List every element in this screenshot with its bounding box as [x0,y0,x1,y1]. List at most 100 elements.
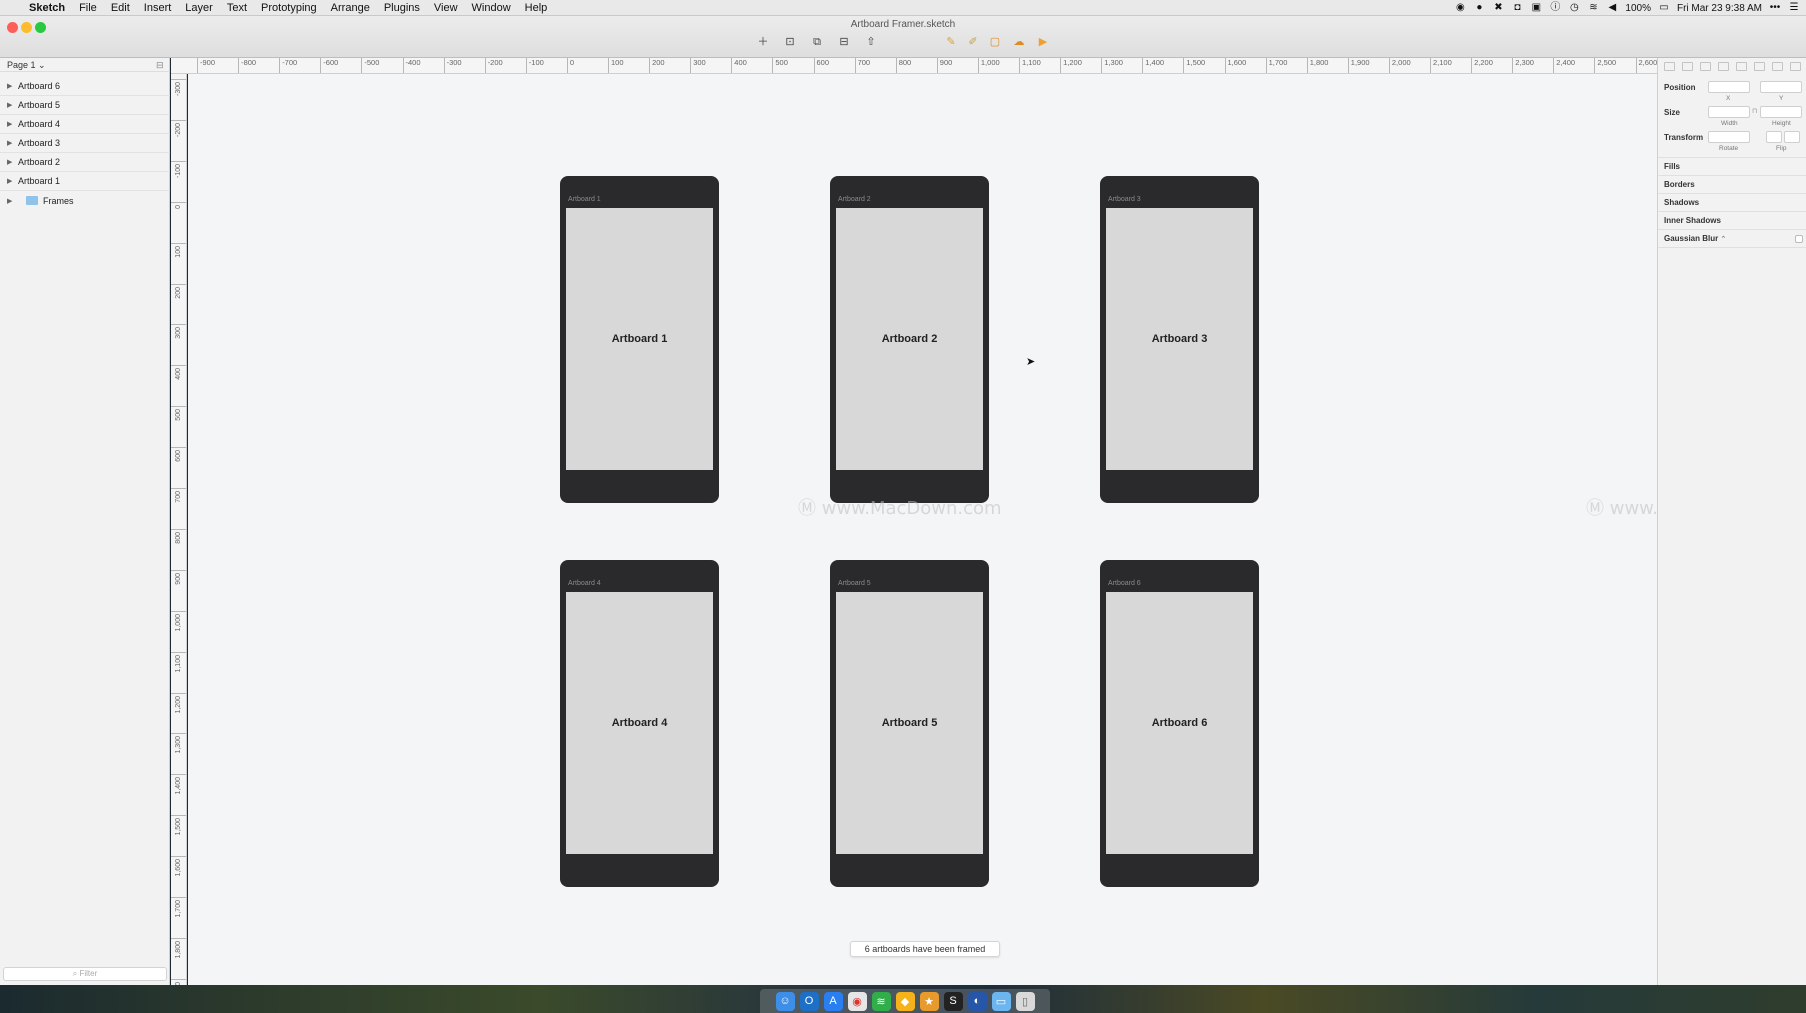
canvas[interactable]: Artboard 1 Artboard 1 Artboard 2 Artboar… [188,74,1790,985]
downloads-folder-icon[interactable]: ▭ [991,991,1011,1011]
borders-section[interactable]: Borders [1658,175,1806,193]
position-x-input[interactable] [1708,81,1750,93]
preview-play-icon[interactable]: ▶ [1032,34,1054,51]
align-right-icon[interactable] [1700,62,1711,71]
align-bottom-icon[interactable] [1772,62,1783,71]
menu-edit[interactable]: Edit [104,2,137,14]
disclosure-triangle-icon[interactable]: ▶ [7,120,18,128]
artboard-screen[interactable]: Artboard 3 [1106,208,1253,470]
position-y-input[interactable] [1760,81,1802,93]
pen-icon[interactable]: ✐ [962,34,984,51]
rotate-input[interactable] [1708,131,1750,143]
menu-arrange[interactable]: Arrange [324,2,377,14]
align-middle-icon[interactable] [1754,62,1765,71]
menu-insert[interactable]: Insert [137,2,179,14]
wifi-icon[interactable]: ≋ [1587,3,1599,13]
layout-icon[interactable]: ⊟ [833,34,855,51]
export-icon[interactable]: ⇧ [860,34,882,51]
collapse-panel-icon[interactable]: ⊟ [156,60,164,71]
menu-window[interactable]: Window [465,2,518,14]
artboard-4[interactable]: Artboard 4 Artboard 4 [560,560,719,887]
artboard-screen[interactable]: Artboard 2 [836,208,983,470]
layer-frames-group[interactable]: ▶ Frames [0,191,170,210]
height-input[interactable] [1760,106,1802,118]
artboard-screen[interactable]: Artboard 6 [1106,592,1253,854]
layer-filter-input[interactable]: ⌕ Filter [3,967,167,981]
distribute-horizontal-icon[interactable] [1718,62,1729,71]
trash-icon[interactable]: ▯ [1015,991,1035,1011]
menu-plugins[interactable]: Plugins [377,2,427,14]
layer-artboard-5[interactable]: ▶ Artboard 5 [0,96,170,115]
disclosure-triangle-icon[interactable]: ▶ [7,101,18,109]
flip-vertical-button[interactable] [1784,131,1800,143]
record-icon[interactable]: ◉ [1454,3,1466,13]
time-machine-icon[interactable]: ◷ [1568,3,1580,13]
layer-artboard-2[interactable]: ▶ Artboard 2 [0,153,170,172]
chrome-icon[interactable]: ◉ [847,991,867,1011]
square-icon[interactable]: ▣ [1530,3,1542,13]
shadows-section[interactable]: Shadows [1658,193,1806,211]
artboard-3[interactable]: Artboard 3 Artboard 3 [1100,176,1259,503]
close-x-icon[interactable]: ✖ [1492,3,1504,13]
battery-icon[interactable]: ▭ [1658,3,1670,13]
spotify-icon[interactable]: ≋ [871,991,891,1011]
clock[interactable]: Fri Mar 23 9:38 AM [1677,3,1762,14]
outlook-icon[interactable]: O [799,991,819,1011]
menu-file[interactable]: File [72,2,104,14]
artboard-1[interactable]: Artboard 1 Artboard 1 [560,176,719,503]
layer-artboard-6[interactable]: ▶ Artboard 6 [0,77,170,96]
sublime-icon[interactable]: S [943,991,963,1011]
battery-percent[interactable]: 100% [1625,3,1651,14]
artboard-screen[interactable]: Artboard 5 [836,592,983,854]
menu-text[interactable]: Text [220,2,254,14]
app-store-icon[interactable]: A [823,991,843,1011]
insert-icon[interactable]: ＋ [752,34,774,51]
edit-icon[interactable]: ✎ [940,34,962,51]
align-top-icon[interactable] [1736,62,1747,71]
menu-sketch[interactable]: Sketch [22,2,72,14]
menu-layer[interactable]: Layer [178,2,220,14]
fills-section[interactable]: Fills [1658,157,1806,175]
artboard-tool-icon[interactable]: ▢ [984,34,1006,51]
layer-artboard-3[interactable]: ▶ Artboard 3 [0,134,170,153]
gaussian-blur-section[interactable]: Gaussian Blur ⌃ [1658,229,1806,247]
inner-shadows-section[interactable]: Inner Shadows [1658,211,1806,229]
finder-icon[interactable]: ☺ [775,991,795,1011]
gaussian-blur-checkbox[interactable] [1795,235,1803,243]
artboard-5[interactable]: Artboard 5 Artboard 5 [830,560,989,887]
vertical-ruler[interactable]: -300 -200 -100 0 100 200 300 400 500 600 700 800 900… [171,74,187,985]
align-left-icon[interactable] [1664,62,1675,71]
cloud-icon[interactable]: ☁ [1008,34,1030,51]
horizontal-ruler[interactable]: -900 -800 -700 -600 -500 -400 -300 -200 -100 0 100… [171,58,1657,74]
chevron-updown-icon[interactable]: ⌃ [1720,236,1726,243]
disclosure-triangle-icon[interactable]: ▶ [7,177,18,185]
sketch-app-icon[interactable]: ◆ [895,991,915,1011]
disclosure-triangle-icon[interactable]: ▶ [7,158,18,166]
menu-prototyping[interactable]: Prototyping [254,2,324,14]
scripts-icon[interactable]: ★ [919,991,939,1011]
artboard-screen[interactable]: Artboard 1 [566,208,713,470]
combine-icon[interactable]: ⧉ [806,34,828,51]
notification-center-icon[interactable]: ☰ [1788,3,1800,13]
browser-icon[interactable]: ◐ [967,991,987,1011]
volume-icon[interactable]: ◀ [1606,3,1618,13]
layer-artboard-1[interactable]: ▶ Artboard 1 [0,172,170,191]
more-icon[interactable]: ••• [1769,3,1781,13]
width-input[interactable] [1708,106,1750,118]
artboard-screen[interactable]: Artboard 4 [566,592,713,854]
lock-ratio-icon[interactable]: ⊓ [1752,107,1757,115]
align-center-icon[interactable] [1682,62,1693,71]
layer-artboard-4[interactable]: ▶ Artboard 4 [0,115,170,134]
group-icon[interactable]: ⊡ [779,34,801,51]
circle-icon[interactable]: ● [1473,3,1485,13]
disclosure-triangle-icon[interactable]: ▶ [7,197,18,205]
info-icon[interactable]: ⓘ [1549,3,1561,13]
artboard-6[interactable]: Artboard 6 Artboard 6 [1100,560,1259,887]
disclosure-triangle-icon[interactable]: ▶ [7,139,18,147]
menu-help[interactable]: Help [518,2,555,14]
disclosure-triangle-icon[interactable]: ▶ [7,82,18,90]
artboard-2[interactable]: Artboard 2 Artboard 2 [830,176,989,503]
page-selector[interactable]: Page 1 ⌄ [0,58,170,72]
menu-view[interactable]: View [427,2,465,14]
flip-horizontal-button[interactable] [1766,131,1782,143]
